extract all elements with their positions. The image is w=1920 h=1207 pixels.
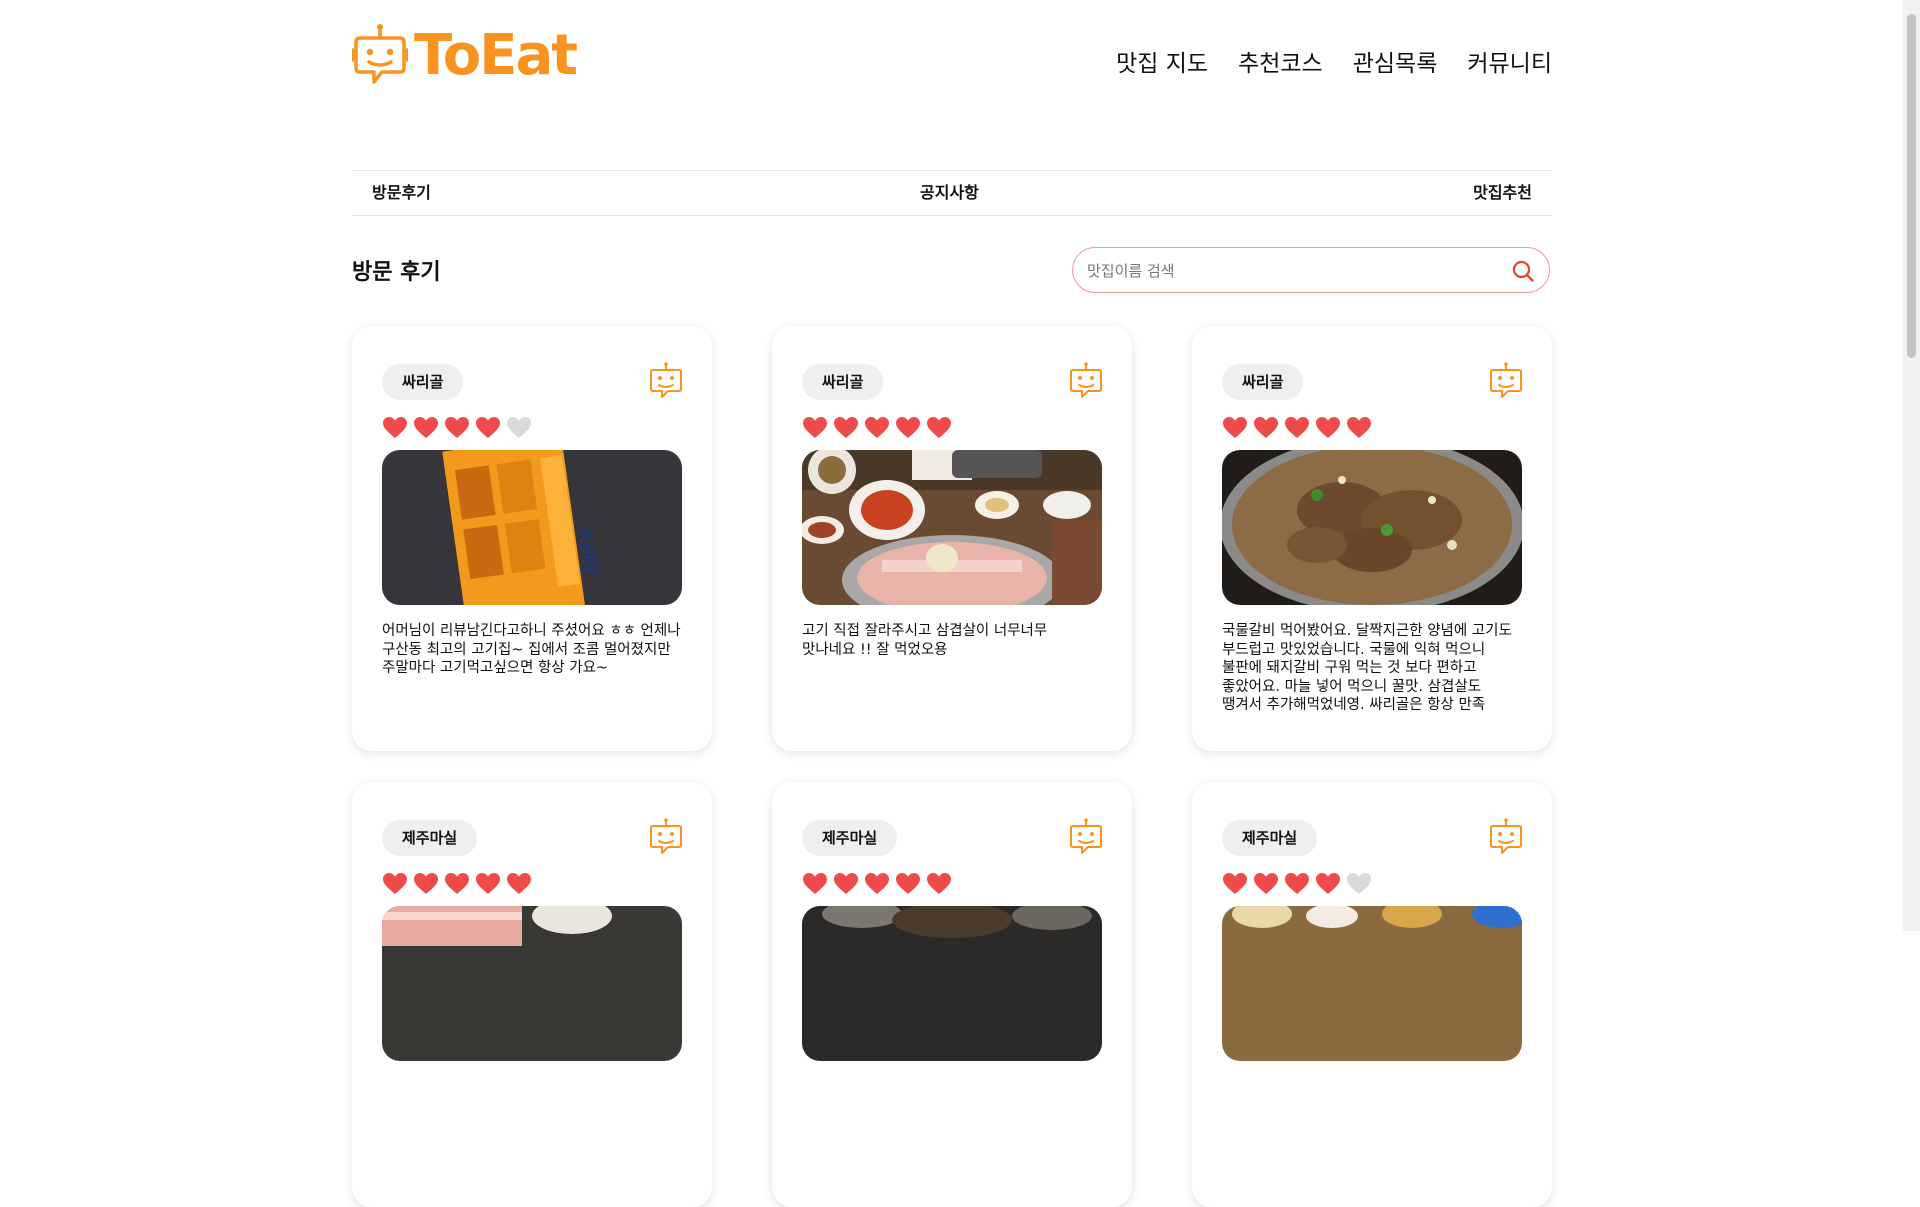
heart-filled-icon	[1254, 417, 1278, 438]
heart-filled-icon	[865, 417, 889, 438]
heart-filled-icon	[834, 417, 858, 438]
brand-name: ToEat	[414, 23, 578, 88]
robot-icon	[1068, 818, 1104, 854]
review-photo[interactable]	[382, 906, 682, 1061]
nav-item-community[interactable]: 커뮤니티	[1467, 44, 1552, 78]
heart-filled-icon	[1223, 873, 1247, 894]
heart-filled-icon	[1285, 417, 1309, 438]
board-tabs: 방문후기 공지사항 맛집추천	[352, 170, 1552, 216]
robot-icon	[648, 362, 684, 398]
header: ToEat 맛집 지도 추천코스 관심목록 커뮤니티	[352, 24, 1552, 96]
nav-item-favorites[interactable]: 관심목록	[1353, 44, 1438, 78]
restaurant-tag[interactable]: 제주마실	[802, 820, 898, 856]
review-text: 국물갈비 먹어봤어요. 달짝지근한 양념에 고기도 부드럽고 맛있었습니다. 국…	[1222, 623, 1512, 713]
heart-filled-icon	[476, 417, 500, 438]
rating-hearts	[382, 416, 532, 440]
heart-filled-icon	[507, 873, 531, 894]
nav-item-course[interactable]: 추천코스	[1238, 44, 1323, 78]
nav-item-map[interactable]: 맛집 지도	[1116, 44, 1208, 78]
restaurant-tag[interactable]: 싸리골	[1222, 364, 1304, 400]
review-card[interactable]: 제주마실	[772, 782, 1132, 1207]
review-card[interactable]: 싸리골 Kelly 어머님이 리뷰남긴다고하니 주셨어요 ㅎㅎ 언제나 구산동 최고…	[352, 326, 712, 751]
rating-hearts	[382, 872, 532, 896]
grill-image	[802, 906, 1102, 1061]
heart-filled-icon	[927, 873, 951, 894]
heart-filled-icon	[414, 417, 438, 438]
heart-filled-icon	[803, 417, 827, 438]
logo[interactable]: ToEat	[352, 23, 578, 88]
review-text: 고기 직접 잘라주시고 삼겹살이 너무너무 맛나네요 !! 잘 먹었오용	[802, 623, 1048, 658]
heart-filled-icon	[1316, 417, 1340, 438]
tab-recommend[interactable]: 맛집추천	[1473, 171, 1532, 215]
rating-hearts	[1222, 872, 1372, 896]
section-title: 방문 후기	[352, 260, 441, 285]
side-dishes-image	[1222, 906, 1522, 1061]
scrollbar-thumb[interactable]	[1907, 14, 1916, 358]
pork-belly-table-image	[802, 450, 1102, 605]
rating-hearts	[1222, 416, 1372, 440]
heart-filled-icon	[865, 873, 889, 894]
tab-visit-review[interactable]: 방문후기	[372, 171, 431, 215]
review-photo[interactable]: Kelly	[382, 450, 682, 605]
search-icon[interactable]	[1511, 259, 1535, 283]
review-photo[interactable]	[802, 906, 1102, 1061]
restaurant-tag[interactable]: 제주마실	[1222, 820, 1318, 856]
tab-notice[interactable]: 공지사항	[920, 171, 979, 215]
heart-filled-icon	[1254, 873, 1278, 894]
search-input[interactable]	[1085, 248, 1489, 294]
heart-filled-icon	[476, 873, 500, 894]
rating-hearts	[802, 872, 952, 896]
restaurant-tag[interactable]: 싸리골	[382, 364, 464, 400]
review-card[interactable]: 제주마실	[1192, 782, 1552, 1207]
heart-filled-icon	[445, 417, 469, 438]
galbi-stew-image	[1222, 450, 1522, 605]
robot-icon	[1488, 818, 1524, 854]
heart-filled-icon	[927, 417, 951, 438]
beer-crate-image: Kelly	[382, 450, 682, 605]
heart-filled-icon	[383, 873, 407, 894]
robot-logo-icon	[352, 24, 408, 84]
heart-filled-icon	[1285, 873, 1309, 894]
review-photo[interactable]	[802, 450, 1102, 605]
heart-empty-icon	[1347, 873, 1371, 894]
scrollbar[interactable]	[1903, 0, 1920, 931]
main-nav: 맛집 지도 추천코스 관심목록 커뮤니티	[1116, 44, 1552, 78]
review-card[interactable]: 싸리골국물갈비 먹어봤어요. 달짝지근한 양념에 고기도 부드럽고 맛있었습니다…	[1192, 326, 1552, 751]
heart-filled-icon	[803, 873, 827, 894]
heart-empty-icon	[507, 417, 531, 438]
review-card[interactable]: 싸리골고기 직접 잘라주시고 삼겹살이 너무너무 맛나네요 !! 잘 먹었오용	[772, 326, 1132, 751]
heart-filled-icon	[1223, 417, 1247, 438]
restaurant-tag[interactable]: 싸리골	[802, 364, 884, 400]
robot-icon	[1488, 362, 1524, 398]
heart-filled-icon	[383, 417, 407, 438]
heart-filled-icon	[896, 417, 920, 438]
review-photo[interactable]	[1222, 450, 1522, 605]
heart-filled-icon	[1316, 873, 1340, 894]
heart-filled-icon	[834, 873, 858, 894]
review-text: 어머님이 리뷰남긴다고하니 주셨어요 ㅎㅎ 언제나 구산동 최고의 고기집~ 집…	[382, 623, 681, 676]
rating-hearts	[802, 416, 952, 440]
raw-pork-image	[382, 906, 682, 1061]
review-photo[interactable]	[1222, 906, 1522, 1061]
robot-icon	[648, 818, 684, 854]
heart-filled-icon	[896, 873, 920, 894]
heart-filled-icon	[445, 873, 469, 894]
restaurant-tag[interactable]: 제주마실	[382, 820, 478, 856]
search-box	[1072, 247, 1550, 294]
robot-icon	[1068, 362, 1104, 398]
heart-filled-icon	[1347, 417, 1371, 438]
heart-filled-icon	[414, 873, 438, 894]
review-card[interactable]: 제주마실	[352, 782, 712, 1207]
